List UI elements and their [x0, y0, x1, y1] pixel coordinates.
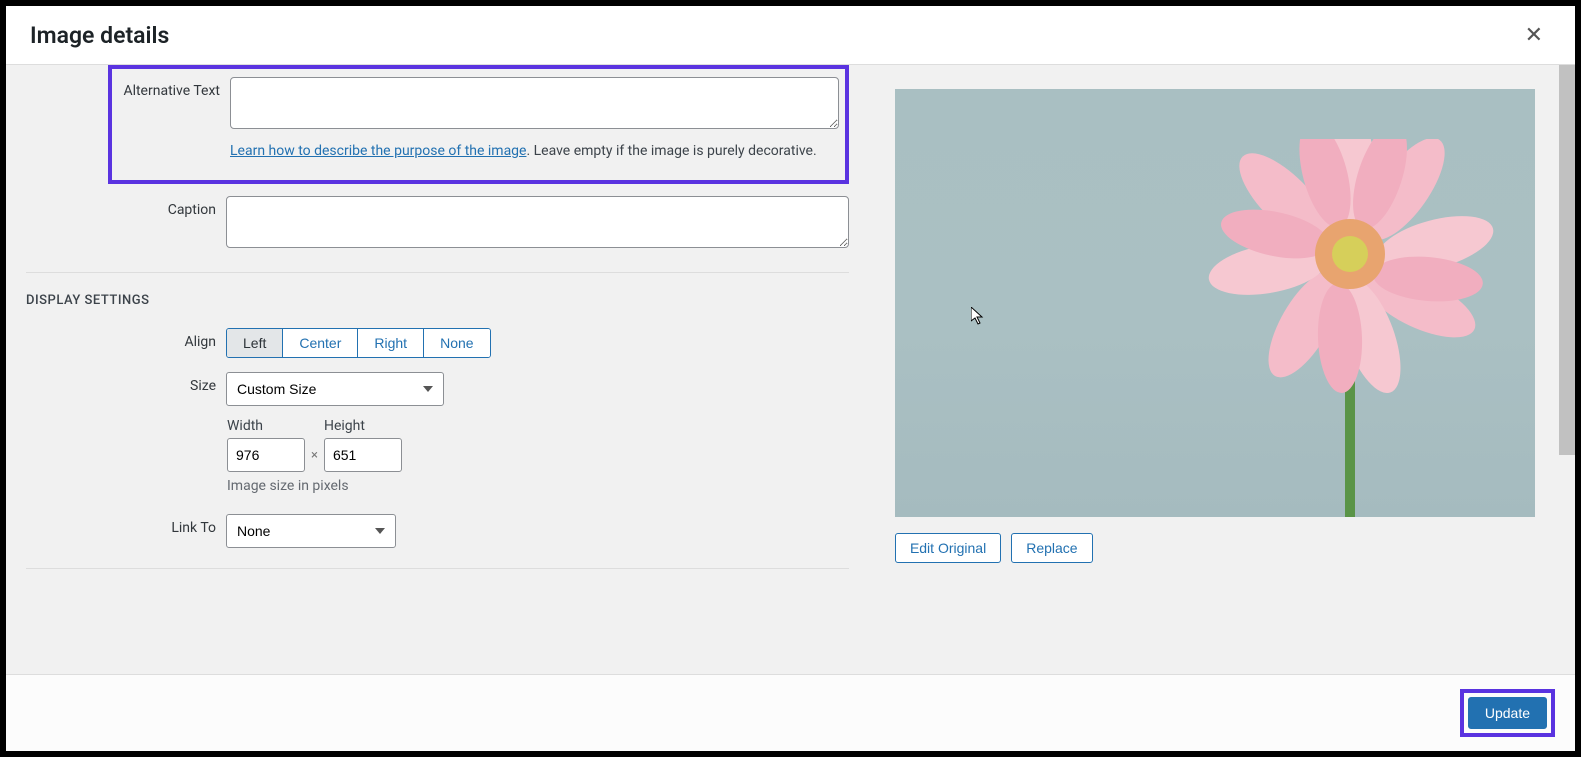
dim-separator: × [311, 448, 318, 463]
caption-row: Caption [26, 196, 849, 252]
align-none-button[interactable]: None [424, 329, 489, 357]
caption-label: Caption [26, 196, 226, 218]
scrollbar[interactable] [1559, 65, 1575, 455]
width-input[interactable] [227, 438, 305, 472]
display-settings-title: DISPLAY SETTINGS [26, 293, 849, 308]
align-center-button[interactable]: Center [283, 329, 358, 357]
height-input[interactable] [324, 438, 402, 472]
align-row: Align Left Center Right None [26, 328, 849, 358]
replace-button[interactable]: Replace [1011, 533, 1092, 563]
linkto-row: Link To None [26, 514, 849, 548]
close-button[interactable]: ✕ [1517, 18, 1551, 52]
linkto-select[interactable]: None [226, 514, 396, 548]
alt-text-label: Alternative Text [112, 77, 230, 99]
update-button[interactable]: Update [1468, 697, 1547, 729]
alt-text-input[interactable] [230, 77, 839, 129]
caption-input[interactable] [226, 196, 849, 248]
cursor-icon [971, 307, 985, 329]
alt-text-row: Alternative Text Learn how to describe t… [112, 77, 839, 162]
alt-text-highlight: Alternative Text Learn how to describe t… [108, 65, 849, 184]
size-row: Size Custom Size [26, 372, 849, 406]
edit-original-button[interactable]: Edit Original [895, 533, 1001, 563]
image-preview [895, 89, 1535, 517]
image-details-dialog: Image details ✕ Alternative Text Learn h… [6, 6, 1575, 751]
dimensions-row: Width × Height [227, 418, 849, 472]
flower-image [1205, 139, 1495, 517]
update-highlight: Update [1460, 689, 1555, 737]
align-button-group: Left Center Right None [226, 328, 491, 358]
settings-pane: Alternative Text Learn how to describe t… [6, 65, 869, 674]
alt-text-help: Learn how to describe the purpose of the… [230, 141, 839, 162]
size-select[interactable]: Custom Size [226, 372, 444, 406]
dialog-title: Image details [30, 22, 169, 49]
linkto-label: Link To [26, 514, 226, 536]
dialog-header: Image details ✕ [6, 6, 1575, 65]
align-right-button[interactable]: Right [358, 329, 424, 357]
dim-help: Image size in pixels [227, 478, 849, 494]
preview-buttons: Edit Original Replace [895, 533, 1545, 563]
dialog-body: Alternative Text Learn how to describe t… [6, 65, 1575, 674]
align-left-button[interactable]: Left [227, 329, 283, 357]
height-label: Height [324, 418, 402, 434]
width-label: Width [227, 418, 305, 434]
align-label: Align [26, 328, 226, 350]
size-label: Size [26, 372, 226, 394]
dialog-footer: Update [6, 674, 1575, 751]
preview-pane: Edit Original Replace [869, 65, 1575, 674]
alt-text-help-link[interactable]: Learn how to describe the purpose of the… [230, 143, 526, 159]
